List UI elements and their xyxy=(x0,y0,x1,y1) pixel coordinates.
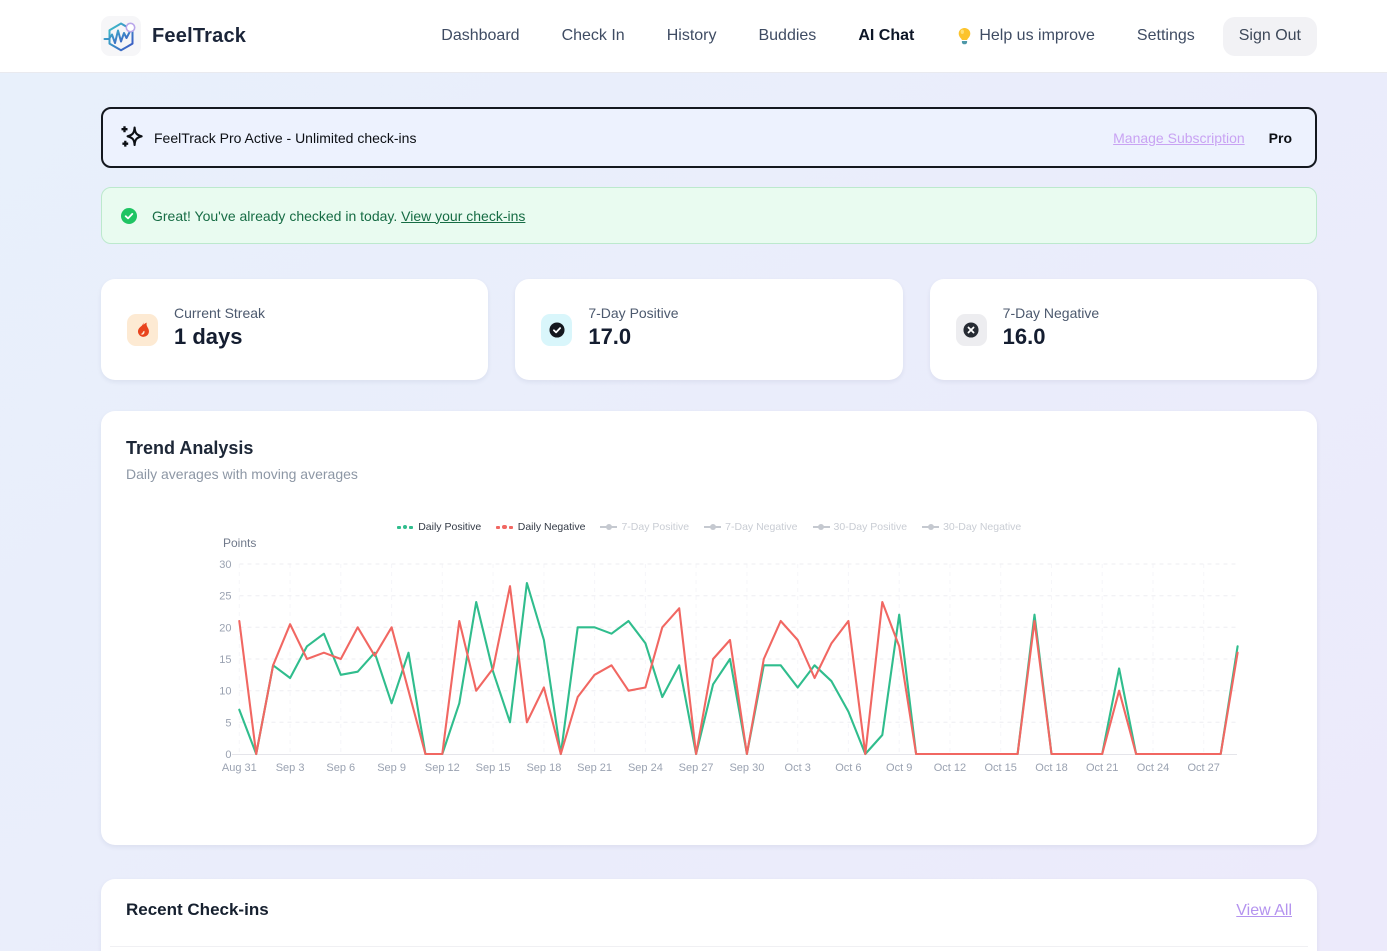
svg-text:Sep 30: Sep 30 xyxy=(729,762,764,774)
svg-text:5: 5 xyxy=(225,717,231,729)
svg-text:Sep 18: Sep 18 xyxy=(526,762,561,774)
svg-text:0: 0 xyxy=(225,749,231,761)
svg-text:30: 30 xyxy=(219,559,231,571)
svg-text:Oct 18: Oct 18 xyxy=(1035,762,1067,774)
svg-text:Points: Points xyxy=(223,536,256,550)
svg-text:15: 15 xyxy=(219,654,231,666)
svg-text:Oct 24: Oct 24 xyxy=(1137,762,1169,774)
svg-text:Sep 12: Sep 12 xyxy=(425,762,460,774)
svg-text:Sep 27: Sep 27 xyxy=(679,762,714,774)
svg-text:Oct 27: Oct 27 xyxy=(1187,762,1219,774)
svg-text:Oct 21: Oct 21 xyxy=(1086,762,1118,774)
svg-text:Oct 9: Oct 9 xyxy=(886,762,912,774)
svg-text:Oct 15: Oct 15 xyxy=(984,762,1016,774)
svg-text:Sep 24: Sep 24 xyxy=(628,762,663,774)
svg-text:Sep 15: Sep 15 xyxy=(476,762,511,774)
svg-text:Sep 3: Sep 3 xyxy=(276,762,305,774)
svg-text:20: 20 xyxy=(219,622,231,634)
svg-text:Aug 31: Aug 31 xyxy=(222,762,257,774)
svg-text:Oct 6: Oct 6 xyxy=(835,762,861,774)
svg-text:10: 10 xyxy=(219,686,231,698)
svg-text:Sep 9: Sep 9 xyxy=(377,762,406,774)
svg-text:25: 25 xyxy=(219,591,231,603)
svg-text:Sep 6: Sep 6 xyxy=(326,762,355,774)
svg-text:Oct 3: Oct 3 xyxy=(785,762,811,774)
svg-text:Sep 21: Sep 21 xyxy=(577,762,612,774)
svg-text:Oct 12: Oct 12 xyxy=(934,762,966,774)
